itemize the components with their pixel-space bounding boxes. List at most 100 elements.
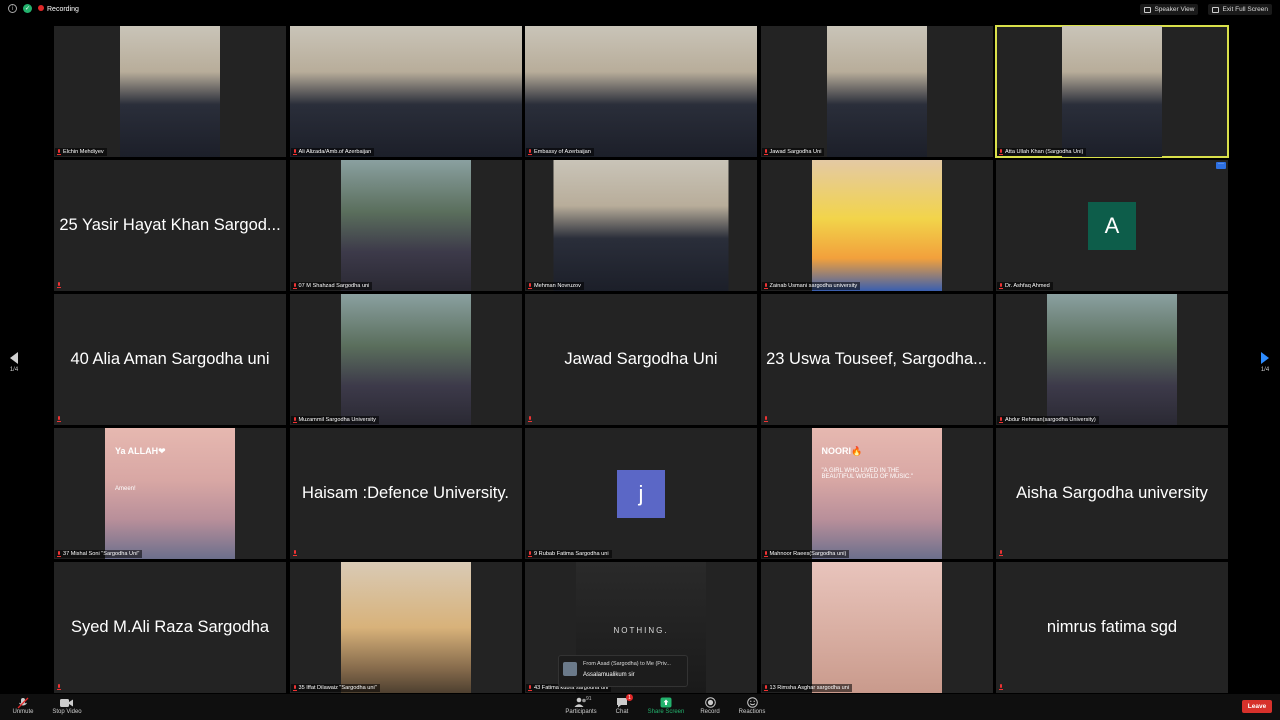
muted-mic-icon: [17, 696, 29, 709]
more-options-icon[interactable]: ···: [1216, 161, 1226, 169]
participant-tile[interactable]: Ali Alizada/Amb.of Azerbaijan: [289, 26, 522, 157]
participant-display-name: Haisam :Defence University.: [302, 484, 509, 502]
participant-display-name: nimrus fatima sgd: [1046, 618, 1178, 636]
participant-name-label: Elchin Mehdiyev: [55, 148, 107, 156]
muted-mic-icon: [57, 149, 61, 155]
participant-tile[interactable]: Jawad Sargodha Uni: [525, 294, 757, 425]
info-icon[interactable]: i: [8, 4, 17, 13]
cartoon-avatar-icon: [811, 160, 942, 291]
muted-mic-icon: [999, 283, 1003, 289]
participant-name: 37 Mishal Soni "Sargodha Uni": [63, 551, 140, 557]
muted-mic-icon: [999, 149, 1003, 155]
participant-display-name: Aisha Sargodha university: [1016, 484, 1208, 502]
meeting-status: i ✓ Recording: [8, 4, 79, 13]
stop-video-button[interactable]: Stop Video: [47, 696, 87, 715]
participant-tile[interactable]: Zainab Usmani sargodha university: [760, 160, 993, 291]
participant-tile[interactable]: Embassy of Azerbaijan: [525, 26, 757, 157]
participant-name-label: 35 Iffat Dilawaiz "Sargodha uni": [290, 684, 380, 692]
participant-tile[interactable]: Mehman Novruzov: [525, 160, 757, 291]
participant-name: Jawad Sargodha Uni: [769, 149, 822, 155]
caption-text: NOTHING.: [613, 626, 669, 635]
participants-button[interactable]: 91 Participants: [561, 696, 601, 715]
muted-mic-icon: [763, 685, 768, 691]
reactions-button[interactable]: Reactions: [732, 696, 772, 715]
participant-display-name: 25 Yasir Hayat Khan Sargod...: [59, 216, 281, 234]
muted-mic-icon: [528, 551, 532, 557]
muted-mic-icon: [57, 282, 61, 288]
participant-name-label: 9 Rubab Fatima Sargodha uni: [526, 550, 612, 558]
person-video-icon: [525, 26, 757, 157]
share-screen-icon: [660, 696, 672, 709]
participant-tile[interactable]: Atta Ullah Khan (Sargodha Uni): [995, 25, 1229, 158]
participant-tile[interactable]: 13 Rimsha Asghar sargodha uni: [760, 562, 993, 693]
muted-mic-icon: [763, 416, 768, 422]
participant-name-label: Abdur Rehman(sargodha University): [997, 416, 1099, 424]
muted-mic-icon: [292, 417, 297, 423]
muted-mic-icon: [528, 416, 532, 422]
participant-display-name: Syed M.Ali Raza Sargodha: [70, 618, 270, 636]
exit-full-screen-button[interactable]: Exit Full Screen: [1208, 4, 1272, 15]
recording-dot-icon: [38, 4, 44, 11]
participant-name: Dr. Ashfaq Ahmed: [1005, 283, 1050, 289]
next-page-button[interactable]: 1/4: [1257, 352, 1273, 380]
person-video-icon: [553, 160, 729, 291]
unmute-button[interactable]: Unmute: [3, 696, 43, 715]
participant-tile[interactable]: 40 Alia Aman Sargodha uni: [54, 294, 286, 425]
participant-tile[interactable]: 35 Iffat Dilawaiz "Sargodha uni": [289, 562, 522, 693]
video-camera-icon: [60, 696, 74, 709]
participant-name: Mahnoor Raees(Sargodha uni): [769, 551, 847, 557]
person-photo-icon: [340, 160, 471, 291]
muted-mic-icon: [292, 283, 297, 289]
chat-bubble-icon: 1: [616, 694, 633, 709]
participant-tile[interactable]: Jawad Sargodha Uni: [760, 26, 993, 157]
participant-tile[interactable]: Syed M.Ali Raza Sargodha: [54, 562, 286, 693]
security-shield-icon[interactable]: ✓: [23, 4, 32, 13]
caption-title: NOORI🔥: [821, 446, 863, 456]
participant-name: Zainab Usmani sargodha university: [769, 283, 858, 289]
participant-tile[interactable]: NOORI🔥 "A GIRL WHO LIVED IN THE BEAUTIFUL…: [760, 428, 993, 559]
page-indicator-left: 1/4: [9, 367, 19, 373]
leave-button[interactable]: Leave: [1242, 700, 1272, 713]
sender-avatar: [563, 662, 577, 676]
participant-tile[interactable]: Abdur Rehman(sargodha University): [996, 294, 1228, 425]
participant-name-label: Ali Alizada/Amb.of Azerbaijan: [290, 148, 375, 156]
exit-fullscreen-icon: [1212, 6, 1220, 13]
participant-name-label: Dr. Ashfaq Ahmed: [997, 282, 1053, 290]
participant-tile[interactable]: Elchin Mehdiyev: [54, 26, 286, 157]
top-bar: i ✓ Recording Speaker View Exit Full Scr…: [0, 0, 1280, 22]
muted-mic-icon: [999, 550, 1003, 556]
participant-tile[interactable]: Haisam :Defence University.: [289, 428, 522, 559]
participant-tile[interactable]: 23 Uswa Touseef, Sargodha...: [760, 294, 993, 425]
person-video-icon: [826, 26, 927, 157]
chat-unread-badge: 1: [626, 694, 633, 701]
participant-name-label: 07 M Shahzad Sargodha uni: [290, 282, 373, 290]
participant-name: 35 Iffat Dilawaiz "Sargodha uni": [298, 685, 377, 691]
baby-photo-icon: [811, 562, 942, 693]
muted-mic-icon: [763, 551, 768, 557]
participant-tile[interactable]: Muzammil Sargodha University: [289, 294, 522, 425]
caption-text: "A GIRL WHO LIVED IN THE BEAUTIFUL WORLD…: [821, 468, 914, 480]
participant-tile[interactable]: A ··· Dr. Ashfaq Ahmed: [996, 160, 1228, 291]
chat-button[interactable]: 1 Chat: [602, 694, 642, 715]
participant-name-label: 37 Mishal Soni "Sargodha Uni": [55, 550, 143, 558]
muted-mic-icon: [763, 283, 768, 289]
muted-mic-icon: [999, 417, 1003, 423]
participant-tile[interactable]: j 9 Rubab Fatima Sargodha uni: [525, 428, 757, 559]
muted-mic-icon: [292, 550, 297, 556]
chat-notification[interactable]: From Asad (Sargodha) to Me (Priv... Assa…: [558, 655, 688, 687]
smiley-reaction-icon: [746, 696, 758, 709]
caption-text: Ameen!: [115, 486, 136, 492]
muted-mic-icon: [57, 551, 61, 557]
participant-tile[interactable]: 25 Yasir Hayat Khan Sargod...: [54, 160, 286, 291]
participant-tile[interactable]: 07 M Shahzad Sargodha uni: [289, 160, 522, 291]
previous-page-button[interactable]: 1/4: [6, 352, 22, 380]
share-screen-button[interactable]: Share Screen: [646, 696, 686, 715]
record-button[interactable]: Record: [690, 696, 730, 715]
participant-name: Atta Ullah Khan (Sargodha Uni): [1005, 149, 1084, 155]
participant-tile[interactable]: Aisha Sargodha university: [996, 428, 1228, 559]
participant-tile[interactable]: Ya ALLAH❤ Ameen! 37 Mishal Soni "Sargodha …: [54, 428, 286, 559]
speaker-view-button[interactable]: Speaker View: [1140, 4, 1199, 15]
quote-image-icon: Ya ALLAH❤ Ameen!: [105, 428, 235, 559]
muted-mic-icon: [999, 684, 1003, 690]
participant-tile[interactable]: nimrus fatima sgd: [996, 562, 1228, 693]
